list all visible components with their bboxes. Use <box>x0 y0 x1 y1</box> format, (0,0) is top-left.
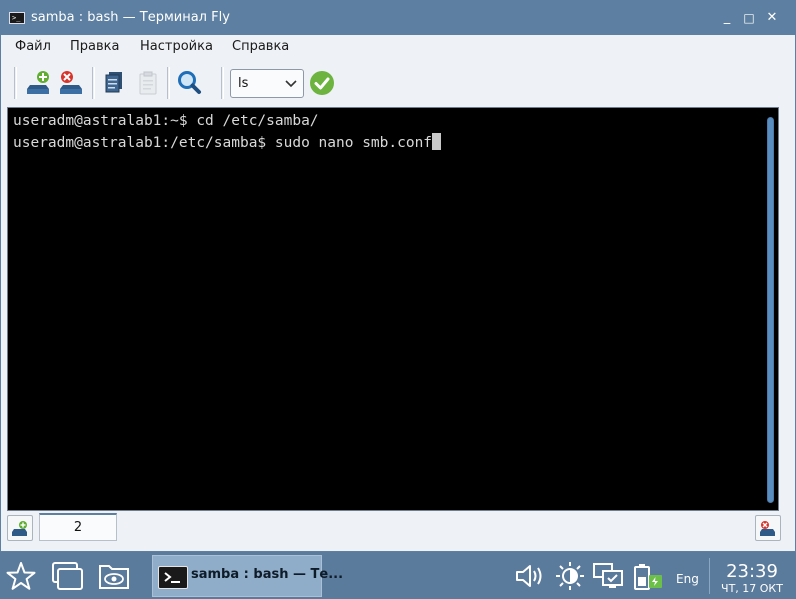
tray-separator <box>709 558 710 594</box>
volume-button[interactable] <box>512 560 546 592</box>
clock-time[interactable]: 23:39 <box>712 561 792 582</box>
toolbar-separator <box>167 67 170 99</box>
terminal-window: >_ samba : bash — Терминал Fly _ □ ✕ Фай… <box>0 0 796 552</box>
battery-button[interactable] <box>631 560 665 592</box>
toolbar-separator <box>221 67 224 99</box>
execute-button[interactable] <box>310 71 334 95</box>
menu-edit[interactable]: Правка <box>70 39 119 54</box>
scrollbar-thumb[interactable] <box>767 117 774 503</box>
battery-icon <box>634 564 662 590</box>
tab-session[interactable]: 2 <box>39 513 117 541</box>
clock-date[interactable]: ЧТ, 17 ОКТ <box>712 582 792 595</box>
toolbar: ls <box>1 59 795 105</box>
checkmark-icon <box>314 77 330 90</box>
maximize-button[interactable]: □ <box>741 10 757 26</box>
paste-button[interactable] <box>133 67 163 99</box>
new-session-button[interactable] <box>24 67 54 99</box>
minimize-button[interactable]: _ <box>719 10 735 26</box>
close-session-button[interactable] <box>57 67 87 99</box>
terminal-line-current: useradm@astralab1:/etc/samba$ sudo nano … <box>13 133 442 151</box>
command-select-value: ls <box>238 76 249 91</box>
window-title: samba : bash — Терминал Fly <box>31 10 230 25</box>
terminal-app-icon: >_ <box>9 12 25 24</box>
taskbar: samba : bash — Те... Eng 23:39 ЧТ, 17 ОК… <box>0 552 796 599</box>
search-icon <box>178 71 201 94</box>
keyboard-layout-indicator[interactable]: Eng <box>676 572 699 586</box>
menu-settings[interactable]: Настройка <box>140 39 213 54</box>
star-icon <box>6 562 36 590</box>
task-label: samba : bash — Те... <box>191 567 344 582</box>
close-tab-icon <box>760 521 775 536</box>
taskbar-task-terminal[interactable]: samba : bash — Те... <box>152 555 343 597</box>
terminal-output[interactable]: useradm@astralab1:~$ cd /etc/samba/ user… <box>7 107 779 511</box>
terminal-line: useradm@astralab1:~$ cd /etc/samba/ <box>13 113 319 129</box>
start-button[interactable] <box>4 560 38 592</box>
terminal-icon <box>158 566 188 589</box>
command-select[interactable]: ls <box>230 69 304 98</box>
text-cursor <box>432 133 442 150</box>
tab-bar: 2 <box>1 511 795 551</box>
copy-icon <box>105 72 122 93</box>
toolbar-separator <box>14 67 17 99</box>
network-icon <box>593 563 623 588</box>
toolbar-separator <box>92 67 95 99</box>
chevron-down-icon <box>285 80 297 88</box>
folder-eye-icon <box>99 565 129 589</box>
brightness-icon <box>556 562 584 590</box>
new-tab-button[interactable] <box>7 515 33 541</box>
copy-button[interactable] <box>100 67 130 99</box>
close-session-icon <box>60 71 82 94</box>
search-button[interactable] <box>174 67 204 99</box>
menu-help[interactable]: Справка <box>232 39 289 54</box>
network-button[interactable] <box>591 560 625 592</box>
windows-icon <box>52 562 83 590</box>
menu-file[interactable]: Файл <box>15 39 51 54</box>
show-desktop-button[interactable] <box>50 560 84 592</box>
close-button[interactable]: ✕ <box>764 10 780 26</box>
terminal-line-text: useradm@astralab1:/etc/samba$ sudo nano … <box>13 135 433 151</box>
file-manager-button[interactable] <box>97 560 131 592</box>
terminal-scrollbar[interactable] <box>765 111 777 507</box>
new-session-icon <box>27 71 49 94</box>
paste-icon <box>139 71 157 95</box>
close-tab-button[interactable] <box>755 515 781 541</box>
new-tab-icon <box>12 521 27 536</box>
brightness-button[interactable] <box>553 560 587 592</box>
menu-bar: Файл Правка Настройка Справка <box>1 35 795 59</box>
title-bar[interactable]: >_ samba : bash — Терминал Fly _ □ ✕ <box>1 1 795 35</box>
volume-icon <box>516 565 542 587</box>
